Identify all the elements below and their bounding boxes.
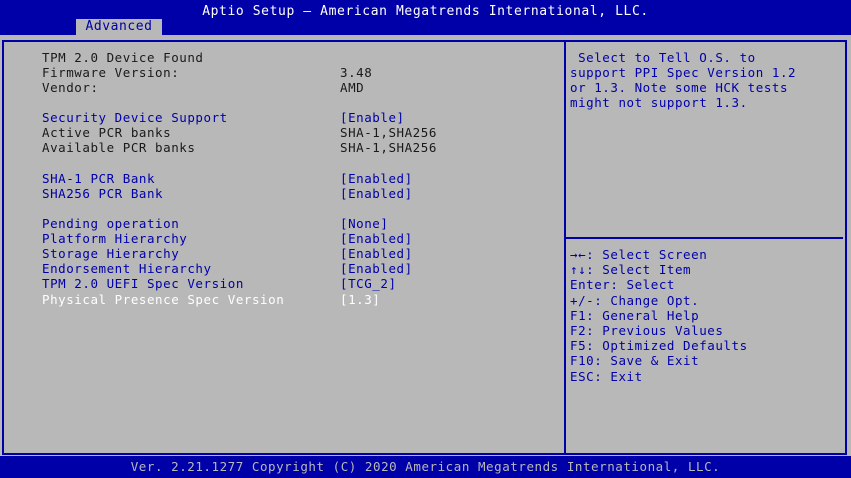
bios-screen: Aptio Setup – American Megatrends Intern… [0, 0, 851, 478]
row-label: Vendor: [42, 80, 99, 95]
physical-presence-spec-version-option[interactable]: Physical Presence Spec Version [1.3] [42, 292, 542, 307]
row-label: Storage Hierarchy [42, 246, 180, 261]
sha256-pcr-bank-option[interactable]: SHA256 PCR Bank [Enabled] [42, 186, 542, 201]
row-label: Endorsement Hierarchy [42, 261, 212, 276]
firmware-version-value: 3.48 [340, 65, 373, 80]
security-device-support-option[interactable]: Security Device Support [Enable] [42, 110, 542, 125]
tpm-uefi-spec-version-value[interactable]: [TCG_2] [340, 276, 397, 291]
sha256-pcr-bank-value[interactable]: [Enabled] [340, 186, 413, 201]
app-title: Aptio Setup – American Megatrends Intern… [202, 4, 649, 19]
vendor-value: AMD [340, 80, 365, 95]
key-optimized-defaults: F5: Optimized Defaults [570, 338, 748, 354]
available-pcr-banks-row: Available PCR banks SHA-1,SHA256 [42, 140, 542, 155]
row-label: Active PCR banks [42, 125, 172, 140]
storage-hierarchy-value[interactable]: [Enabled] [340, 246, 413, 261]
endorsement-hierarchy-value[interactable]: [Enabled] [340, 261, 413, 276]
key-general-help: F1: General Help [570, 307, 700, 323]
row-label: Pending operation [42, 216, 180, 231]
sha1-pcr-bank-value[interactable]: [Enabled] [340, 171, 413, 186]
row-label: Firmware Version: [42, 65, 180, 80]
help-divider [566, 237, 843, 239]
row-label: Security Device Support [42, 110, 228, 125]
key-save-exit: F10: Save & Exit [570, 353, 700, 369]
pending-operation-option[interactable]: Pending operation [None] [42, 216, 542, 231]
help-text: Select to Tell O.S. to support PPI Spec … [570, 50, 797, 110]
tpm-uefi-spec-version-option[interactable]: TPM 2.0 UEFI Spec Version [TCG_2] [42, 276, 542, 291]
active-pcr-banks-row: Active PCR banks SHA-1,SHA256 [42, 125, 542, 140]
vertical-divider [564, 40, 566, 453]
key-select-screen: →←: Select Screen [570, 247, 708, 262]
active-pcr-banks-value: SHA-1,SHA256 [340, 125, 437, 140]
row-label: Available PCR banks [42, 140, 196, 155]
key-enter-select: Enter: Select [570, 277, 675, 293]
row-label: SHA256 PCR Bank [42, 186, 164, 201]
row-label: Physical Presence Spec Version [42, 292, 285, 307]
pending-operation-value[interactable]: [None] [340, 216, 388, 231]
available-pcr-banks-value: SHA-1,SHA256 [340, 140, 437, 155]
endorsement-hierarchy-option[interactable]: Endorsement Hierarchy [Enabled] [42, 261, 542, 276]
row-label: TPM 2.0 UEFI Spec Version [42, 276, 244, 291]
row-label: TPM 2.0 Device Found [42, 50, 204, 65]
platform-hierarchy-value[interactable]: [Enabled] [340, 231, 413, 246]
sha1-pcr-bank-option[interactable]: SHA-1 PCR Bank [Enabled] [42, 171, 542, 186]
vendor-row: Vendor: AMD [42, 80, 542, 95]
physical-presence-spec-version-value[interactable]: [1.3] [340, 292, 380, 307]
row-label: Platform Hierarchy [42, 231, 188, 246]
key-select-item: ↑↓: Select Item [570, 262, 692, 278]
version-footer: Ver. 2.21.1277 Copyright (C) 2020 Americ… [130, 459, 721, 474]
tpm-device-found-row: TPM 2.0 Device Found [42, 50, 542, 65]
storage-hierarchy-option[interactable]: Storage Hierarchy [Enabled] [42, 246, 542, 261]
key-exit: ESC: Exit [570, 368, 643, 384]
title-bar: Aptio Setup – American Megatrends Intern… [0, 0, 851, 35]
tab-advanced[interactable]: Advanced [76, 19, 162, 35]
platform-hierarchy-option[interactable]: Platform Hierarchy [Enabled] [42, 231, 542, 246]
key-legend: →←: Select Screen ↑↓: Select Item Enter:… [570, 247, 838, 384]
row-label: SHA-1 PCR Bank [42, 171, 156, 186]
security-device-support-value[interactable]: [Enable] [340, 110, 405, 125]
key-change-opt: +/-: Change Opt. [570, 292, 700, 308]
key-previous-values: F2: Previous Values [570, 322, 724, 338]
firmware-version-row: Firmware Version: 3.48 [42, 65, 542, 80]
